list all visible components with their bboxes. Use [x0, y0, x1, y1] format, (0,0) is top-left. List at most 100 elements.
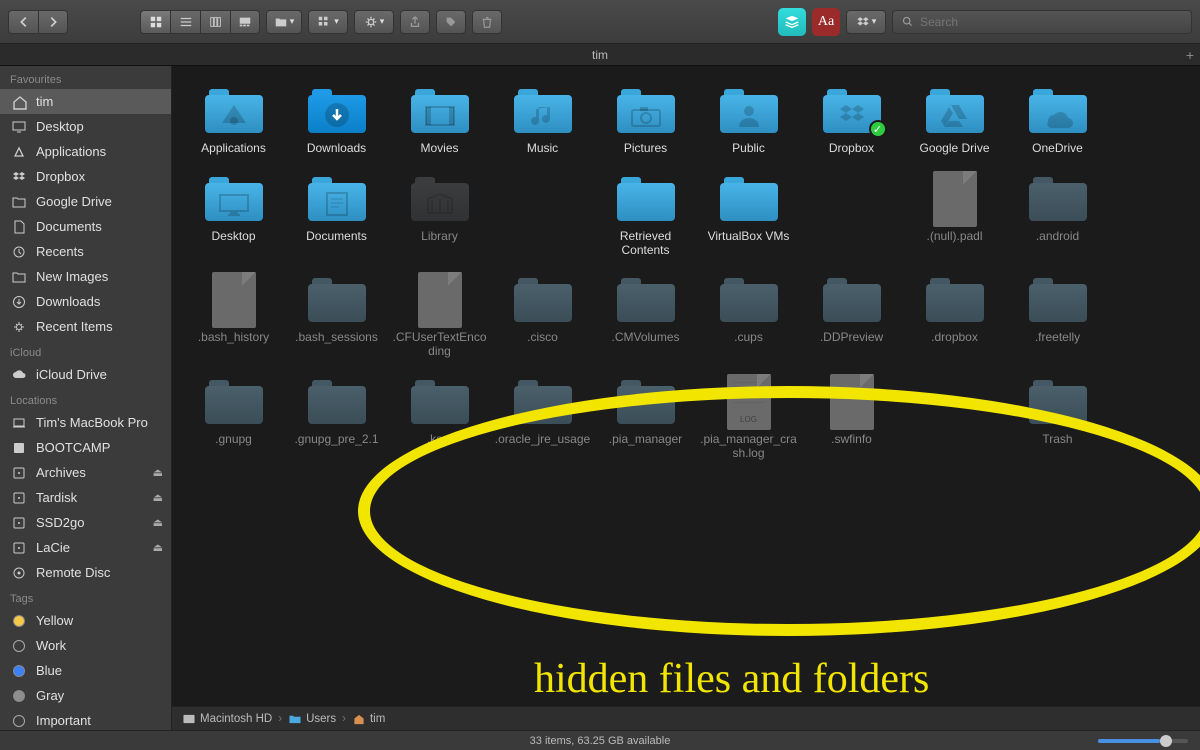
sidebar-item-bootcamp[interactable]: BOOTCAMP	[0, 435, 171, 460]
tag-icon	[10, 612, 28, 630]
file-item[interactable]: Public	[697, 80, 800, 168]
arrange-button[interactable]: ▾	[308, 10, 348, 34]
sidebar-item-tardisk[interactable]: Tardisk⏏	[0, 485, 171, 510]
file-item[interactable]: Documents	[285, 168, 388, 270]
file-icon	[615, 174, 677, 224]
file-item[interactable]: .kodi	[388, 371, 491, 473]
share-button[interactable]	[400, 10, 430, 34]
path-item[interactable]: Macintosh HD	[182, 713, 272, 725]
sidebar-item-documents[interactable]: Documents	[0, 214, 171, 239]
file-item[interactable]: Google Drive	[903, 80, 1006, 168]
eject-icon[interactable]: ⏏	[153, 516, 163, 529]
file-item[interactable]: .(null).padl	[903, 168, 1006, 270]
file-item[interactable]: .freetelly	[1006, 269, 1109, 371]
file-item[interactable]: Applications	[182, 80, 285, 168]
sidebar-item-yellow[interactable]: Yellow	[0, 608, 171, 633]
sidebar-item-tim-s-macbook-pro[interactable]: Tim's MacBook Pro	[0, 410, 171, 435]
file-item[interactable]: .gnupg_pre_2.1	[285, 371, 388, 473]
sidebar-item-remote-disc[interactable]: Remote Disc	[0, 560, 171, 585]
file-item[interactable]: ✓Dropbox	[800, 80, 903, 168]
file-item[interactable]: .CFUserTextEncoding	[388, 269, 491, 371]
file-item[interactable]: Trash	[1006, 371, 1109, 473]
file-item[interactable]: OneDrive	[1006, 80, 1109, 168]
dropbox-menu-button[interactable]: ▾	[846, 10, 886, 34]
sidebar-item-recents[interactable]: Recents	[0, 239, 171, 264]
search-input[interactable]	[920, 15, 1183, 29]
sidebar-item-important[interactable]: Important	[0, 708, 171, 730]
sidebar-item-label: Documents	[36, 219, 102, 234]
file-item[interactable]: Retrieved Contents	[594, 168, 697, 270]
file-item[interactable]: .cups	[697, 269, 800, 371]
file-item[interactable]: .dropbox	[903, 269, 1006, 371]
file-label: Trash	[1042, 433, 1072, 447]
file-item[interactable]: .bash_sessions	[285, 269, 388, 371]
sidebar-item-icloud-drive[interactable]: iCloud Drive	[0, 362, 171, 387]
file-item[interactable]: .bash_history	[182, 269, 285, 371]
file-item[interactable]: .DDPreview	[800, 269, 903, 371]
file-item[interactable]: Library	[388, 168, 491, 270]
file-item[interactable]: .swfinfo	[800, 371, 903, 473]
new-tab-button[interactable]: +	[1186, 47, 1194, 63]
sidebar-item-blue[interactable]: Blue	[0, 658, 171, 683]
gear-icon	[364, 15, 378, 29]
sidebar-item-downloads[interactable]: Downloads	[0, 289, 171, 314]
sidebar-item-tim[interactable]: tim	[0, 89, 171, 114]
sidebar-item-label: Important	[36, 713, 91, 728]
sidebar-item-lacie[interactable]: LaCie⏏	[0, 535, 171, 560]
column-view-button[interactable]	[200, 10, 230, 34]
document-icon	[10, 218, 28, 236]
tag-icon	[10, 662, 28, 680]
back-button[interactable]	[8, 10, 38, 34]
forward-button[interactable]	[38, 10, 68, 34]
file-item[interactable]: Movies	[388, 80, 491, 168]
file-item[interactable]: Downloads	[285, 80, 388, 168]
sidebar-item-label: Downloads	[36, 294, 100, 309]
eject-icon[interactable]: ⏏	[153, 466, 163, 479]
sidebar-item-label: Desktop	[36, 119, 84, 134]
file-item[interactable]: Music	[491, 80, 594, 168]
search-box[interactable]	[892, 10, 1192, 34]
list-view-button[interactable]	[170, 10, 200, 34]
sidebar-item-work[interactable]: Work	[0, 633, 171, 658]
sidebar-item-google-drive[interactable]: Google Drive	[0, 189, 171, 214]
path-item[interactable]: tim	[352, 713, 385, 725]
file-item[interactable]: .gnupg	[182, 371, 285, 473]
file-item[interactable]: .oracle_jre_usage	[491, 371, 594, 473]
file-icon	[512, 86, 574, 136]
app-icon-dictionary[interactable]: Aa	[812, 8, 840, 36]
app-icon-1[interactable]	[778, 8, 806, 36]
sidebar-item-gray[interactable]: Gray	[0, 683, 171, 708]
sidebar-item-recent-items[interactable]: Recent Items	[0, 314, 171, 339]
file-item[interactable]: Desktop	[182, 168, 285, 270]
file-item[interactable]: VirtualBox VMs	[697, 168, 800, 270]
sidebar-item-archives[interactable]: Archives⏏	[0, 460, 171, 485]
sidebar-item-new-images[interactable]: New Images	[0, 264, 171, 289]
file-icon	[409, 377, 471, 427]
laptop-icon	[10, 414, 28, 432]
action-button[interactable]: ▾	[354, 10, 394, 34]
gallery-view-button[interactable]	[230, 10, 260, 34]
sidebar-item-applications[interactable]: Applications	[0, 139, 171, 164]
path-button[interactable]: ▾	[266, 10, 302, 34]
trash-button[interactable]	[472, 10, 502, 34]
eject-icon[interactable]: ⏏	[153, 541, 163, 554]
file-icon	[409, 86, 471, 136]
sidebar-item-ssd2go[interactable]: SSD2go⏏	[0, 510, 171, 535]
sidebar-item-dropbox[interactable]: Dropbox	[0, 164, 171, 189]
eject-icon[interactable]: ⏏	[153, 491, 163, 504]
zoom-slider[interactable]	[1098, 739, 1188, 743]
file-item[interactable]: .cisco	[491, 269, 594, 371]
file-item[interactable]: .CMVolumes	[594, 269, 697, 371]
tags-button[interactable]	[436, 10, 466, 34]
file-label: .CMVolumes	[611, 331, 679, 345]
file-item[interactable]: .pia_manager_crash.log	[697, 371, 800, 473]
sidebar-item-desktop[interactable]: Desktop	[0, 114, 171, 139]
file-item[interactable]: .pia_manager	[594, 371, 697, 473]
file-item[interactable]: .android	[1006, 168, 1109, 270]
sidebar-item-label: New Images	[36, 269, 108, 284]
disk-icon	[10, 439, 28, 457]
file-label: OneDrive	[1032, 142, 1083, 156]
file-item[interactable]: Pictures	[594, 80, 697, 168]
path-item[interactable]: Users	[288, 713, 336, 725]
icon-view-button[interactable]	[140, 10, 170, 34]
